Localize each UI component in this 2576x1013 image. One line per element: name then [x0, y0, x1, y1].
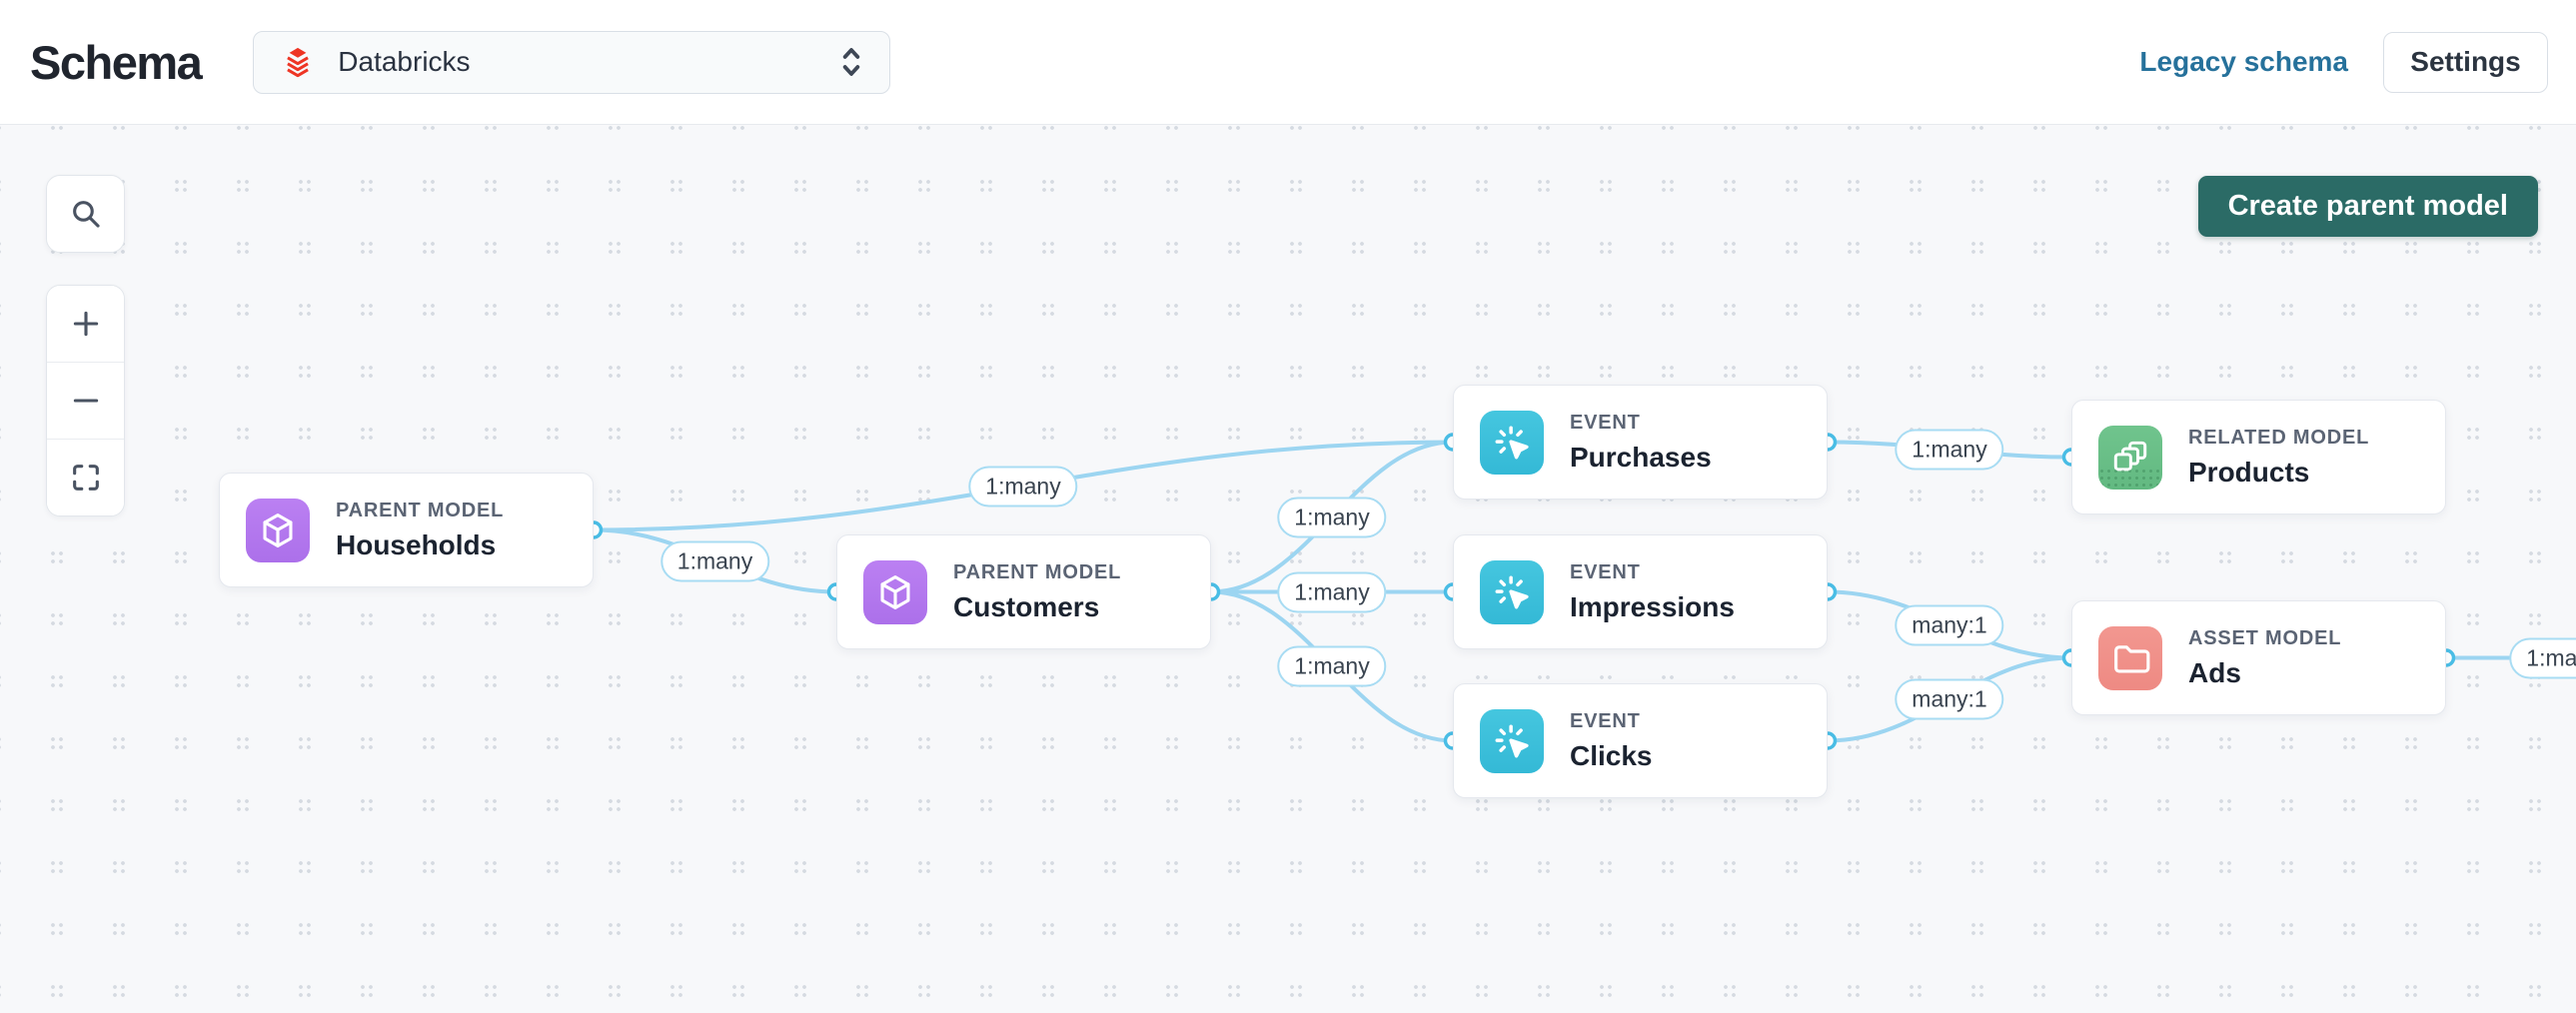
search-icon: [69, 197, 103, 231]
edge-label-pill: 1:many: [1277, 571, 1386, 612]
node-type-label: EVENT: [1570, 412, 1712, 435]
source-selector[interactable]: Databricks: [253, 31, 890, 94]
folder-icon: [2098, 626, 2162, 690]
node-households[interactable]: PARENT MODEL Households: [219, 473, 594, 587]
halftone-texture: [2098, 468, 2162, 490]
node-purchases[interactable]: EVENT Purchases: [1453, 385, 1828, 500]
node-products[interactable]: RELATED MODEL Products: [2071, 400, 2446, 514]
plus-icon: [69, 307, 103, 341]
node-type-label: ASSET MODEL: [2188, 627, 2341, 650]
node-name: Customers: [953, 591, 1121, 623]
edge-label-pill: many:1: [1895, 679, 2003, 720]
node-clicks[interactable]: EVENT Clicks: [1453, 683, 1828, 798]
minus-icon: [69, 384, 103, 418]
source-selector-value: Databricks: [338, 46, 835, 78]
fit-view-button[interactable]: [47, 439, 124, 515]
node-name: Purchases: [1570, 442, 1712, 474]
cube-icon: [863, 560, 927, 624]
node-name: Products: [2188, 457, 2369, 489]
node-type-label: RELATED MODEL: [2188, 427, 2369, 450]
click-icon: [1480, 411, 1544, 475]
fit-view-icon: [69, 461, 103, 495]
node-name: Households: [336, 529, 504, 561]
edge-label-pill: 1:many: [1277, 646, 1386, 687]
schema-canvas[interactable]: Create parent model PARENT MODEL: [0, 125, 2576, 1013]
edge-label-pill: 1:many: [968, 466, 1077, 506]
app-logo: Schema: [30, 35, 201, 90]
node-impressions[interactable]: EVENT Impressions: [1453, 534, 1828, 649]
edge-label-pill: many:1: [1895, 604, 2003, 645]
click-icon: [1480, 709, 1544, 773]
legacy-schema-link[interactable]: Legacy schema: [2139, 46, 2348, 78]
create-parent-model-button[interactable]: Create parent model: [2198, 176, 2538, 237]
edge-label-pill: 1:many: [660, 540, 769, 581]
zoom-in-button[interactable]: [47, 286, 124, 362]
node-customers[interactable]: PARENT MODEL Customers: [836, 534, 1211, 649]
node-name: Impressions: [1570, 591, 1735, 623]
cube-icon: [246, 499, 310, 562]
edge-label-pill: 1:many: [1895, 430, 2003, 471]
node-type-label: EVENT: [1570, 561, 1735, 584]
chevron-up-down-icon: [835, 43, 867, 81]
zoom-out-button[interactable]: [47, 362, 124, 439]
zoom-controls: [46, 285, 125, 516]
node-name: Clicks: [1570, 740, 1653, 772]
search-button[interactable]: [46, 175, 125, 253]
layers-icon: [2098, 426, 2162, 490]
node-type-label: EVENT: [1570, 710, 1653, 733]
node-name: Ads: [2188, 657, 2341, 689]
databricks-icon: [280, 44, 316, 80]
node-type-label: PARENT MODEL: [336, 500, 504, 522]
settings-button[interactable]: Settings: [2383, 32, 2548, 93]
node-type-label: PARENT MODEL: [953, 561, 1121, 584]
edge-label-pill: 1:many: [1277, 497, 1386, 537]
node-ads[interactable]: ASSET MODEL Ads: [2071, 600, 2446, 715]
edge-label-pill: 1:many: [2509, 637, 2576, 678]
app-header: Schema Databricks Legacy schema Settings: [0, 0, 2576, 125]
click-icon: [1480, 560, 1544, 624]
